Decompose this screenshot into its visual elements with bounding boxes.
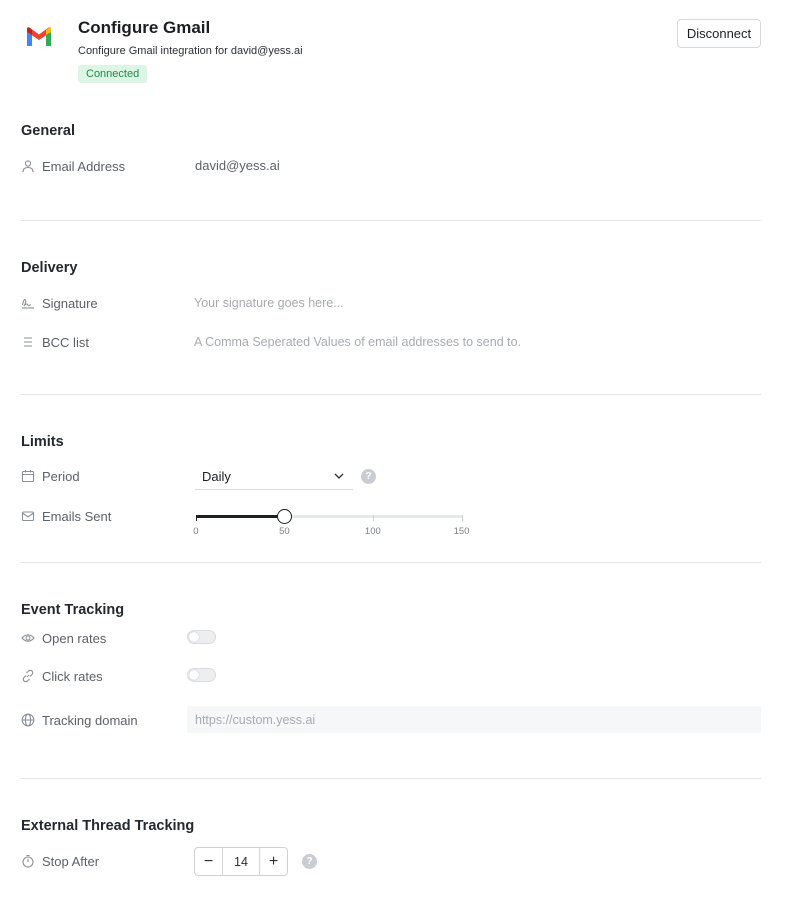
stop-after-label: Stop After — [21, 852, 99, 870]
bcc-list-label-text: BCC list — [42, 334, 89, 350]
divider — [21, 220, 761, 221]
calendar-icon — [21, 469, 35, 483]
chevron-down-icon — [334, 473, 344, 479]
section-title-delivery: Delivery — [21, 260, 78, 276]
page-title: Configure Gmail — [78, 18, 211, 37]
timer-icon — [21, 854, 35, 868]
section-title-external-thread-tracking: External Thread Tracking — [21, 818, 195, 834]
signature-label-text: Signature — [42, 295, 98, 311]
list-icon — [21, 335, 35, 349]
slider-tick — [373, 515, 375, 521]
period-label-text: Period — [42, 468, 80, 484]
toggle-knob — [189, 670, 199, 680]
eye-icon — [21, 631, 35, 645]
slider-tick-label: 150 — [453, 526, 470, 537]
decrement-button[interactable]: − — [195, 848, 222, 875]
help-icon[interactable]: ? — [361, 469, 376, 484]
open-rates-toggle[interactable] — [187, 630, 216, 644]
email-address-label: Email Address — [21, 157, 125, 175]
click-rates-label-text: Click rates — [42, 668, 103, 684]
tracking-domain-label-text: Tracking domain — [42, 712, 138, 728]
increment-button[interactable]: + — [260, 848, 287, 875]
email-address-value: david@yess.ai — [195, 158, 280, 173]
stop-after-value[interactable]: 14 — [222, 848, 260, 875]
page-subtitle: Configure Gmail integration for david@ye… — [78, 45, 303, 57]
status-badge: Connected — [78, 65, 148, 83]
emails-sent-slider-fill — [196, 515, 285, 518]
help-icon[interactable]: ? — [302, 854, 317, 869]
mail-icon — [21, 509, 35, 523]
slider-tick-label: 100 — [364, 526, 381, 537]
divider — [21, 562, 761, 563]
slider-tick-label: 50 — [279, 526, 290, 537]
period-label: Period — [21, 467, 80, 485]
click-rates-label: Click rates — [21, 667, 103, 685]
email-address-label-text: Email Address — [42, 158, 126, 174]
stop-after-label-text: Stop After — [42, 853, 100, 869]
emails-sent-label: Emails Sent — [21, 507, 111, 525]
slider-tick — [196, 515, 197, 521]
user-icon — [21, 159, 35, 173]
globe-icon — [21, 713, 35, 727]
click-rates-toggle[interactable] — [187, 668, 216, 682]
bcc-list-label: BCC list — [21, 333, 89, 351]
slider-tick — [462, 515, 463, 521]
disconnect-button[interactable]: Disconnect — [677, 19, 761, 48]
link-icon — [21, 669, 35, 683]
tracking-domain-input[interactable] — [187, 706, 761, 733]
tracking-domain-label: Tracking domain — [21, 711, 138, 729]
open-rates-label: Open rates — [21, 629, 106, 647]
signature-icon — [21, 296, 35, 310]
stop-after-stepper: − 14 + — [194, 847, 288, 876]
period-select-value: Daily — [202, 468, 231, 484]
open-rates-label-text: Open rates — [42, 630, 107, 646]
signature-input[interactable] — [194, 293, 714, 313]
gmail-logo-icon — [27, 27, 51, 46]
section-title-event-tracking: Event Tracking — [21, 602, 125, 618]
slider-tick-label: 0 — [193, 526, 199, 537]
emails-sent-slider-thumb[interactable] — [277, 509, 293, 524]
section-title-general: General — [21, 123, 75, 139]
period-select[interactable]: Daily — [195, 463, 353, 490]
bcc-list-input[interactable] — [194, 332, 714, 352]
divider — [21, 778, 761, 779]
toggle-knob — [189, 632, 199, 642]
divider — [21, 394, 761, 395]
page-header: Configure Gmail Configure Gmail integrat… — [0, 0, 793, 100]
emails-sent-label-text: Emails Sent — [42, 508, 112, 524]
signature-label: Signature — [21, 294, 98, 312]
section-title-limits: Limits — [21, 434, 64, 450]
